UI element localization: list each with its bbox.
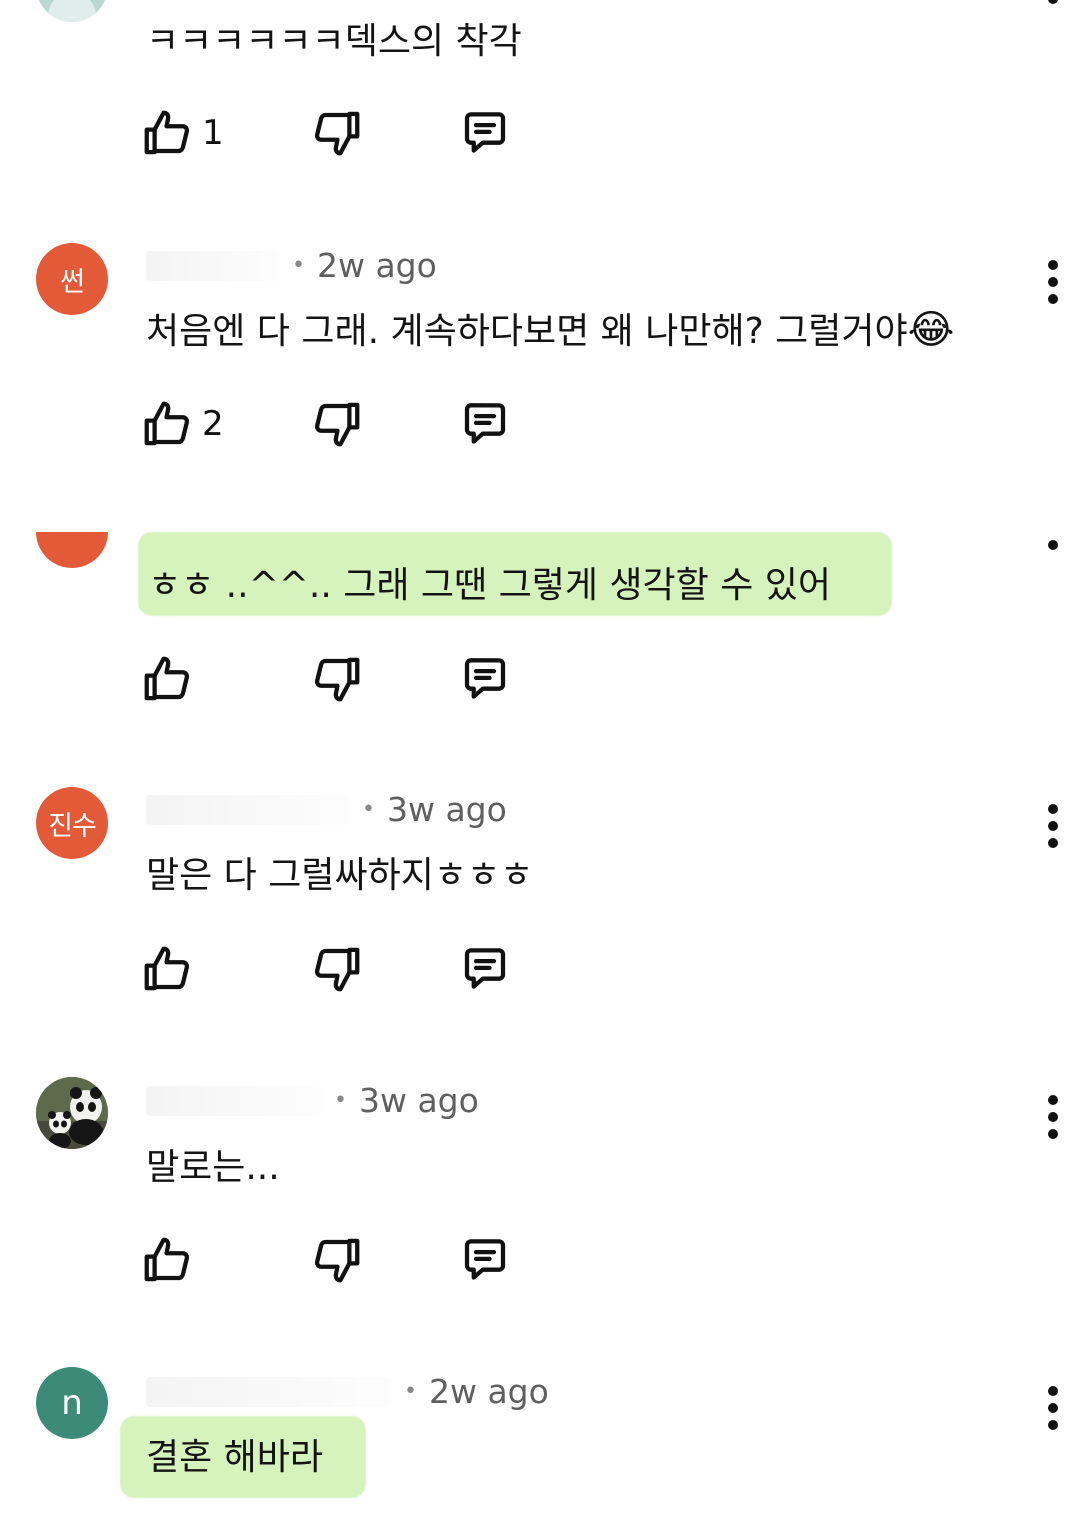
reply-icon	[464, 112, 506, 153]
more-vertical-icon[interactable]	[1044, 0, 1062, 4]
thumbs-up-icon	[144, 110, 190, 155]
author-name-redacted[interactable]	[146, 1085, 322, 1116]
thumbs-down-icon	[314, 657, 360, 702]
like-count: 1	[202, 113, 224, 153]
thumbs-down-icon	[314, 947, 360, 992]
comments-page: ㅋㅋㅋㅋㅋㅋ덱스의 착각 1 썬 • 2w ago 처음엔 다 그래. 계속하다…	[0, 0, 1092, 1523]
dislike-button[interactable]	[310, 397, 364, 451]
avatar[interactable]: 진수	[36, 787, 108, 859]
separator-dot: •	[292, 253, 305, 278]
thumbs-up-icon	[144, 1237, 190, 1282]
comment-actions	[140, 652, 540, 706]
separator-dot: •	[334, 1088, 347, 1113]
reply-icon	[464, 948, 506, 989]
comment-time: 3w ago	[358, 1081, 479, 1120]
comment-meta: • 2w ago	[146, 246, 437, 285]
reply-button[interactable]	[458, 106, 512, 160]
comment-text-body: 처음엔 다 그래. 계속하다보면 왜 나만해? 그럴거야	[146, 311, 908, 352]
dislike-button[interactable]	[310, 106, 364, 160]
reply-button[interactable]	[458, 942, 512, 996]
comment-meta: • 3w ago	[146, 1081, 479, 1120]
dislike-button[interactable]	[310, 1233, 364, 1287]
author-name-redacted[interactable]	[146, 250, 280, 281]
reply-icon	[464, 1239, 506, 1280]
dislike-button[interactable]	[310, 652, 364, 706]
comment-time: 2w ago	[428, 1372, 549, 1411]
comment-text: ㅋㅋㅋㅋㅋㅋ덱스의 착각	[146, 21, 522, 62]
thumbs-up-icon	[144, 946, 190, 991]
avatar[interactable]	[36, 0, 108, 22]
separator-dot: •	[362, 797, 375, 822]
reply-icon	[464, 403, 506, 444]
thumbs-up-icon	[144, 656, 190, 701]
comment-text: 말로는...	[146, 1147, 280, 1188]
thumbs-up-icon	[144, 401, 190, 446]
avatar[interactable]: n	[36, 1367, 108, 1439]
comment-meta: • 2w ago	[146, 1372, 549, 1411]
avatar[interactable]	[36, 1077, 108, 1149]
reply-icon	[464, 658, 506, 699]
reply-button[interactable]	[458, 652, 512, 706]
like-count: 2	[202, 404, 224, 444]
comment-actions: 1	[140, 106, 540, 160]
panda-photo-icon	[36, 1077, 108, 1149]
like-button[interactable]: 2	[140, 397, 224, 451]
avatar-label: 썬	[60, 266, 85, 298]
comment-text: 결혼 해바라	[146, 1437, 324, 1478]
like-button[interactable]	[140, 652, 194, 706]
more-vertical-icon[interactable]	[1044, 804, 1062, 848]
comment-text: 처음엔 다 그래. 계속하다보면 왜 나만해? 그럴거야😂	[146, 302, 954, 354]
author-name-redacted[interactable]	[146, 1376, 392, 1407]
more-vertical-icon[interactable]	[1044, 1386, 1062, 1430]
thumbs-down-icon	[314, 402, 360, 447]
thumbs-down-icon	[314, 1238, 360, 1283]
dislike-button[interactable]	[310, 942, 364, 996]
comment-actions	[140, 1233, 540, 1287]
comment-actions	[140, 942, 540, 996]
thumbs-down-icon	[314, 111, 360, 156]
more-vertical-icon[interactable]	[1044, 260, 1062, 304]
comment-text: 말은 다 그럴싸하지ㅎㅎㅎ	[146, 855, 534, 896]
more-vertical-icon[interactable]	[1044, 540, 1062, 550]
comment-text: ㅎㅎ ..^^.. 그래 그땐 그렇게 생각할 수 있어	[148, 565, 832, 606]
author-name-redacted[interactable]	[146, 794, 350, 825]
reply-button[interactable]	[458, 1233, 512, 1287]
like-button[interactable]	[140, 942, 194, 996]
separator-dot: •	[404, 1379, 417, 1404]
emoji: 😂	[907, 307, 955, 353]
avatar[interactable]: 썬	[36, 243, 108, 315]
comment-time: 2w ago	[316, 246, 437, 285]
avatar-label: n	[61, 1383, 83, 1423]
more-vertical-icon[interactable]	[1044, 1095, 1062, 1139]
like-button[interactable]	[140, 1233, 194, 1287]
comment-meta: • 3w ago	[146, 790, 507, 829]
comment-actions: 2	[140, 397, 540, 451]
avatar-label: 진수	[48, 810, 97, 842]
comment-time: 3w ago	[386, 790, 507, 829]
reply-button[interactable]	[458, 397, 512, 451]
like-button[interactable]: 1	[140, 106, 224, 160]
